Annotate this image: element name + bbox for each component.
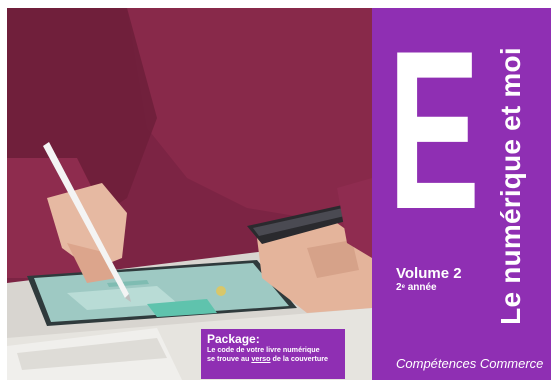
- year-label: 2e année: [396, 282, 437, 293]
- book-title: Le numérique et moi: [486, 26, 536, 346]
- book-title-text: Le numérique et moi: [495, 47, 526, 325]
- series-letter: E: [386, 38, 482, 214]
- volume-label: Volume 2: [396, 265, 462, 282]
- package-verso: verso: [251, 354, 271, 363]
- package-title: Package:: [207, 332, 260, 346]
- volume-info: Volume 2 2e année: [396, 265, 462, 294]
- series-letter-text: E: [388, 38, 480, 214]
- subject-label: Compétences Commerce: [396, 356, 544, 371]
- package-notice: Package: Le code de votre livre numériqu…: [201, 329, 345, 379]
- cover-photo: Package: Le code de votre livre numériqu…: [7, 8, 372, 380]
- package-line-1: Le code de votre livre numérique: [207, 345, 320, 354]
- package-line-2: se trouve au verso de la couverture: [207, 354, 329, 363]
- book-cover: Package: Le code de votre livre numériqu…: [7, 8, 551, 380]
- title-panel: E Le numérique et moi Volume 2 2e année …: [372, 8, 551, 380]
